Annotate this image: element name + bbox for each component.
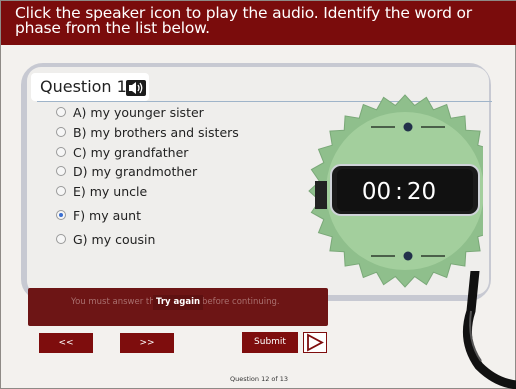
timer-minutes: 00	[362, 179, 391, 205]
timer-seconds: 20	[407, 179, 436, 205]
radio-button-selected[interactable]	[56, 210, 66, 220]
question-counter: Question 12 of 13	[229, 375, 289, 383]
radio-button[interactable]	[56, 147, 66, 157]
option-label: D) my grandmother	[73, 163, 198, 179]
play-icon[interactable]	[303, 332, 327, 353]
previous-button[interactable]: <<	[39, 333, 93, 353]
answer-option-b[interactable]: B) my brothers and sisters	[56, 123, 239, 141]
option-label: A) my younger sister	[73, 104, 204, 120]
radio-button[interactable]	[56, 107, 66, 117]
answer-option-c[interactable]: C) my grandfather	[56, 143, 188, 161]
answer-option-a[interactable]: A) my younger sister	[56, 103, 204, 121]
submit-button[interactable]: Submit	[242, 332, 298, 353]
cable-graphic	[462, 271, 516, 389]
quiz-frame: Click the speaker icon to play the audio…	[0, 0, 516, 389]
radio-button[interactable]	[56, 127, 66, 137]
option-label: B) my brothers and sisters	[73, 124, 239, 140]
svg-text:00:20: 00:20	[362, 179, 436, 205]
instruction-bar: Click the speaker icon to play the audio…	[1, 1, 516, 45]
speaker-icon[interactable]	[126, 80, 146, 96]
timer-separator: :	[395, 179, 403, 205]
answer-option-f[interactable]: F) my aunt	[56, 206, 141, 224]
question-title: Question 12	[40, 77, 138, 96]
radio-button[interactable]	[56, 186, 66, 196]
try-again-button[interactable]: Try again	[153, 295, 203, 310]
answer-option-g[interactable]: G) my cousin	[56, 230, 155, 248]
answer-option-d[interactable]: D) my grandmother	[56, 162, 197, 180]
option-label: E) my uncle	[73, 183, 148, 199]
option-label: F) my aunt	[73, 207, 141, 223]
timer-dot-bottom	[403, 251, 413, 261]
instruction-text: Click the speaker icon to play the audio…	[15, 4, 472, 37]
option-label: C) my grandfather	[73, 144, 189, 160]
timer-dot-top	[403, 122, 413, 132]
timer-badge: 00:20	[308, 94, 483, 288]
answer-option-e[interactable]: E) my uncle	[56, 182, 147, 200]
option-label: G) my cousin	[73, 231, 156, 247]
timer-tab-left	[315, 181, 327, 209]
radio-button[interactable]	[56, 234, 66, 244]
next-button[interactable]: >>	[120, 333, 174, 353]
radio-button[interactable]	[56, 166, 66, 176]
